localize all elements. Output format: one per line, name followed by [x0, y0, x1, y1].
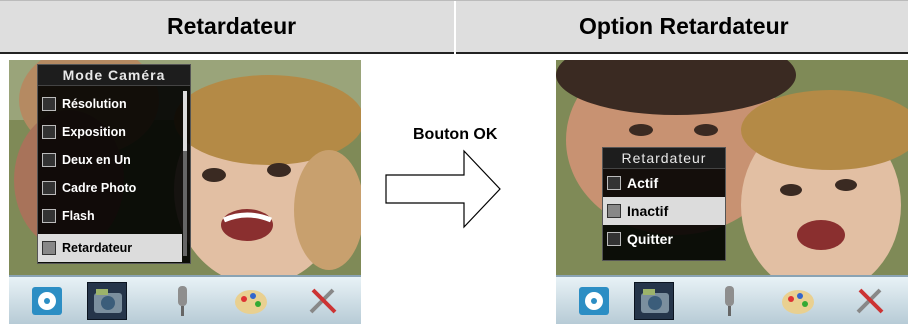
menu-item-label: Quitter: [627, 231, 673, 247]
menu-item-label: Cadre Photo: [62, 181, 137, 195]
menu-scrollbar[interactable]: [183, 91, 187, 256]
header-divider: [454, 1, 456, 55]
resolution-icon: [42, 97, 56, 111]
menu-item-label: Inactif: [627, 203, 669, 219]
film-reel-icon[interactable]: [574, 282, 614, 320]
film-reel-icon[interactable]: [27, 282, 67, 320]
two-in-one-icon: [42, 153, 56, 167]
scrollbar-thumb[interactable]: [183, 91, 187, 151]
exposure-icon: [42, 125, 56, 139]
menu-item-label: Deux en Un: [62, 153, 131, 167]
camera-icon[interactable]: [634, 282, 674, 320]
microphone-icon[interactable]: [709, 282, 749, 320]
menu-item-resolution[interactable]: Résolution: [38, 90, 190, 118]
menu-title: Mode Caméra: [38, 65, 190, 86]
option-exit[interactable]: Quitter: [603, 225, 725, 253]
palette-icon[interactable]: [778, 282, 818, 320]
off-icon: [607, 204, 621, 218]
menu-item-two-in-one[interactable]: Deux en Un: [38, 146, 190, 174]
left-header-title: Retardateur: [167, 13, 297, 39]
menu-item-label: Résolution: [62, 97, 127, 111]
menu-item-label: Retardateur: [62, 241, 133, 255]
left-camera-screen: Mode Caméra Résolution Exposition Deux e…: [9, 60, 361, 324]
frame-icon: [42, 181, 56, 195]
tools-icon[interactable]: [850, 282, 890, 320]
tools-icon[interactable]: [303, 282, 343, 320]
menu-item-photo-frame[interactable]: Cadre Photo: [38, 174, 190, 202]
right-arrow-icon: [385, 149, 501, 229]
menu-item-self-timer[interactable]: Retardateur: [38, 234, 182, 262]
self-timer-menu: Retardateur Actif Inactif Quitter: [602, 147, 726, 261]
header-bar: Retardateur Option Retardateur: [0, 0, 908, 55]
ok-button-label: Bouton OK: [413, 126, 498, 143]
mode-toolbar: [9, 275, 361, 324]
timer-icon: [42, 241, 56, 255]
exit-icon: [607, 232, 621, 246]
mode-toolbar: [556, 275, 908, 324]
flash-icon: [42, 209, 56, 223]
microphone-icon[interactable]: [162, 282, 202, 320]
on-icon: [607, 176, 621, 190]
palette-icon[interactable]: [231, 282, 271, 320]
right-camera-screen: Retardateur Actif Inactif Quitter: [556, 60, 908, 324]
menu-item-flash[interactable]: Flash: [38, 202, 190, 230]
menu-item-exposure[interactable]: Exposition: [38, 118, 190, 146]
camera-mode-menu: Mode Caméra Résolution Exposition Deux e…: [37, 64, 191, 264]
menu-title: Retardateur: [603, 148, 725, 169]
right-header-title: Option Retardateur: [579, 13, 789, 39]
option-off[interactable]: Inactif: [603, 197, 725, 225]
camera-icon[interactable]: [87, 282, 127, 320]
option-on[interactable]: Actif: [603, 169, 725, 197]
menu-item-label: Flash: [62, 209, 95, 223]
menu-item-label: Actif: [627, 175, 659, 191]
menu-item-label: Exposition: [62, 125, 126, 139]
